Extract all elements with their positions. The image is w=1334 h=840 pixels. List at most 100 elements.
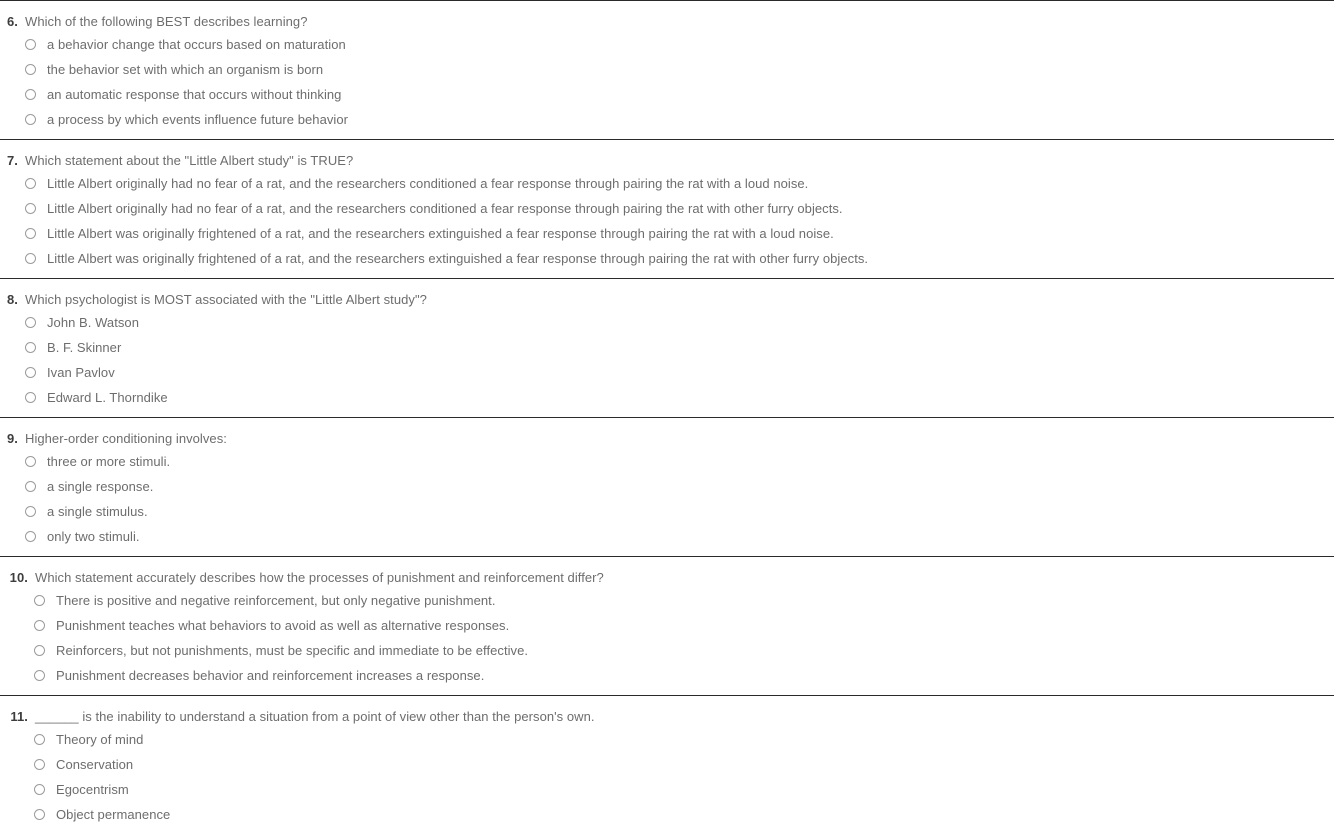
radio-button-icon[interactable] bbox=[34, 670, 45, 681]
question-text: Higher-order conditioning involves: bbox=[25, 431, 227, 446]
radio-button-icon[interactable] bbox=[25, 89, 36, 100]
question-number: 11. bbox=[10, 709, 28, 724]
option-label[interactable]: John B. Watson bbox=[36, 314, 139, 331]
option-label[interactable]: Little Albert was originally frightened … bbox=[36, 250, 868, 267]
option-row[interactable]: Conservation bbox=[0, 752, 1334, 777]
option-label[interactable]: Punishment teaches what behaviors to avo… bbox=[45, 617, 509, 634]
option-label[interactable]: Conservation bbox=[45, 756, 133, 773]
option-row[interactable]: Reinforcers, but not punishments, must b… bbox=[0, 638, 1334, 663]
option-group: There is positive and negative reinforce… bbox=[0, 588, 1334, 688]
question-number: 9. bbox=[6, 431, 18, 446]
question-text: Which psychologist is MOST associated wi… bbox=[25, 292, 427, 307]
radio-button-icon[interactable] bbox=[25, 506, 36, 517]
radio-button-icon[interactable] bbox=[34, 734, 45, 745]
option-label[interactable]: a behavior change that occurs based on m… bbox=[36, 36, 346, 53]
option-label[interactable]: Egocentrism bbox=[45, 781, 129, 798]
option-label[interactable]: Little Albert originally had no fear of … bbox=[36, 175, 808, 192]
option-label[interactable]: Theory of mind bbox=[45, 731, 143, 748]
option-label[interactable]: Object permanence bbox=[45, 806, 170, 823]
question-number: 6. bbox=[6, 14, 18, 29]
question-block: 7. Which statement about the "Little Albe… bbox=[0, 139, 1334, 278]
option-row[interactable]: Edward L. Thorndike bbox=[0, 385, 1334, 410]
option-row[interactable]: Theory of mind bbox=[0, 727, 1334, 752]
radio-button-icon[interactable] bbox=[25, 367, 36, 378]
option-label[interactable]: a process by which events influence futu… bbox=[36, 111, 348, 128]
radio-button-icon[interactable] bbox=[25, 531, 36, 542]
option-row[interactable]: only two stimuli. bbox=[0, 524, 1334, 549]
option-label[interactable]: Ivan Pavlov bbox=[36, 364, 115, 381]
option-group: a behavior change that occurs based on m… bbox=[0, 32, 1334, 132]
radio-button-icon[interactable] bbox=[25, 114, 36, 125]
option-row[interactable]: There is positive and negative reinforce… bbox=[0, 588, 1334, 613]
option-row[interactable]: Ivan Pavlov bbox=[0, 360, 1334, 385]
radio-button-icon[interactable] bbox=[25, 203, 36, 214]
radio-button-icon[interactable] bbox=[34, 784, 45, 795]
question-text: ______ is the inability to understand a … bbox=[35, 709, 595, 724]
radio-button-icon[interactable] bbox=[34, 645, 45, 656]
radio-button-icon[interactable] bbox=[25, 178, 36, 189]
option-row[interactable]: Punishment teaches what behaviors to avo… bbox=[0, 613, 1334, 638]
option-row[interactable]: B. F. Skinner bbox=[0, 335, 1334, 360]
option-row[interactable]: an automatic response that occurs withou… bbox=[0, 82, 1334, 107]
radio-button-icon[interactable] bbox=[25, 228, 36, 239]
question-block: 9. Higher-order conditioning involves: thr… bbox=[0, 417, 1334, 556]
option-row[interactable]: Little Albert was originally frightened … bbox=[0, 221, 1334, 246]
option-row[interactable]: Object permanence bbox=[0, 802, 1334, 827]
option-row[interactable]: Punishment decreases behavior and reinfo… bbox=[0, 663, 1334, 688]
question-header: 10. Which statement accurately describes … bbox=[0, 557, 1334, 588]
option-row[interactable]: three or more stimuli. bbox=[0, 449, 1334, 474]
radio-button-icon[interactable] bbox=[25, 481, 36, 492]
radio-button-icon[interactable] bbox=[34, 595, 45, 606]
option-group: John B. Watson B. F. Skinner Ivan Pavlov Ed… bbox=[0, 310, 1334, 410]
option-group: Theory of mind Conservation Egocentrism Obj… bbox=[0, 727, 1334, 827]
question-header: 9. Higher-order conditioning involves: bbox=[0, 418, 1334, 449]
option-label[interactable]: B. F. Skinner bbox=[36, 339, 121, 356]
option-label[interactable]: There is positive and negative reinforce… bbox=[45, 592, 496, 609]
radio-button-icon[interactable] bbox=[25, 317, 36, 328]
radio-button-icon[interactable] bbox=[34, 759, 45, 770]
question-block: 11. ______ is the inability to understand… bbox=[0, 695, 1334, 834]
option-row[interactable]: John B. Watson bbox=[0, 310, 1334, 335]
option-label[interactable]: Little Albert was originally frightened … bbox=[36, 225, 834, 242]
radio-button-icon[interactable] bbox=[25, 392, 36, 403]
question-header: 8. Which psychologist is MOST associated … bbox=[0, 279, 1334, 310]
option-row[interactable]: a single response. bbox=[0, 474, 1334, 499]
option-row[interactable]: the behavior set with which an organism … bbox=[0, 57, 1334, 82]
radio-button-icon[interactable] bbox=[34, 809, 45, 820]
option-row[interactable]: Little Albert originally had no fear of … bbox=[0, 171, 1334, 196]
question-number: 8. bbox=[6, 292, 18, 307]
option-row[interactable]: Little Albert was originally frightened … bbox=[0, 246, 1334, 271]
option-label[interactable]: only two stimuli. bbox=[36, 528, 140, 545]
question-header: 7. Which statement about the "Little Albe… bbox=[0, 140, 1334, 171]
question-number: 10. bbox=[9, 570, 28, 585]
option-label[interactable]: Reinforcers, but not punishments, must b… bbox=[45, 642, 528, 659]
option-label[interactable]: Little Albert originally had no fear of … bbox=[36, 200, 843, 217]
question-number: 7. bbox=[6, 153, 18, 168]
option-label[interactable]: an automatic response that occurs withou… bbox=[36, 86, 341, 103]
radio-button-icon[interactable] bbox=[25, 39, 36, 50]
radio-button-icon[interactable] bbox=[25, 456, 36, 467]
option-row[interactable]: Little Albert originally had no fear of … bbox=[0, 196, 1334, 221]
option-label[interactable]: the behavior set with which an organism … bbox=[36, 61, 323, 78]
option-label[interactable]: Edward L. Thorndike bbox=[36, 389, 168, 406]
option-row[interactable]: a process by which events influence futu… bbox=[0, 107, 1334, 132]
quiz-question-list: 6. Which of the following BEST describes … bbox=[0, 0, 1334, 834]
question-text: Which statement about the "Little Albert… bbox=[25, 153, 354, 168]
option-row[interactable]: a behavior change that occurs based on m… bbox=[0, 32, 1334, 57]
radio-button-icon[interactable] bbox=[25, 64, 36, 75]
question-header: 6. Which of the following BEST describes … bbox=[0, 1, 1334, 32]
radio-button-icon[interactable] bbox=[25, 253, 36, 264]
option-row[interactable]: a single stimulus. bbox=[0, 499, 1334, 524]
option-label[interactable]: Punishment decreases behavior and reinfo… bbox=[45, 667, 484, 684]
option-label[interactable]: a single stimulus. bbox=[36, 503, 148, 520]
option-label[interactable]: three or more stimuli. bbox=[36, 453, 170, 470]
radio-button-icon[interactable] bbox=[34, 620, 45, 631]
option-label[interactable]: a single response. bbox=[36, 478, 153, 495]
radio-button-icon[interactable] bbox=[25, 342, 36, 353]
option-row[interactable]: Egocentrism bbox=[0, 777, 1334, 802]
